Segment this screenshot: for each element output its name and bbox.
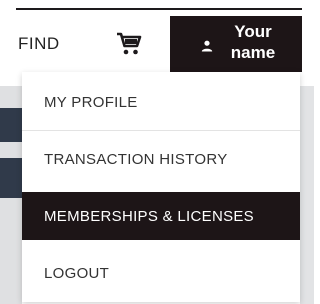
account-dropdown-menu: MY PROFILE TRANSACTION HISTORY MEMBERSHI…	[22, 72, 300, 302]
background-page-edge-left	[0, 86, 22, 304]
user-name-line-1: Your	[234, 22, 272, 41]
person-icon	[201, 40, 213, 52]
background-page-edge-right	[300, 86, 314, 304]
user-name: Your name	[227, 21, 279, 63]
background-image-strip	[0, 108, 22, 142]
menu-item-transaction-history[interactable]: TRANSACTION HISTORY	[22, 135, 300, 183]
background-image-strip	[0, 158, 22, 198]
menu-item-logout[interactable]: LOGOUT	[22, 249, 300, 297]
header-top-rule	[16, 8, 302, 10]
menu-item-my-profile[interactable]: MY PROFILE	[22, 78, 300, 126]
user-name-line-2: name	[230, 43, 276, 62]
shopping-cart-icon[interactable]	[116, 32, 142, 56]
menu-divider	[22, 130, 300, 131]
menu-item-memberships-licenses[interactable]: MEMBERSHIPS & LICENSES	[22, 192, 300, 240]
find-link[interactable]: FIND	[18, 34, 60, 54]
user-account-button[interactable]: Your name	[170, 16, 302, 72]
